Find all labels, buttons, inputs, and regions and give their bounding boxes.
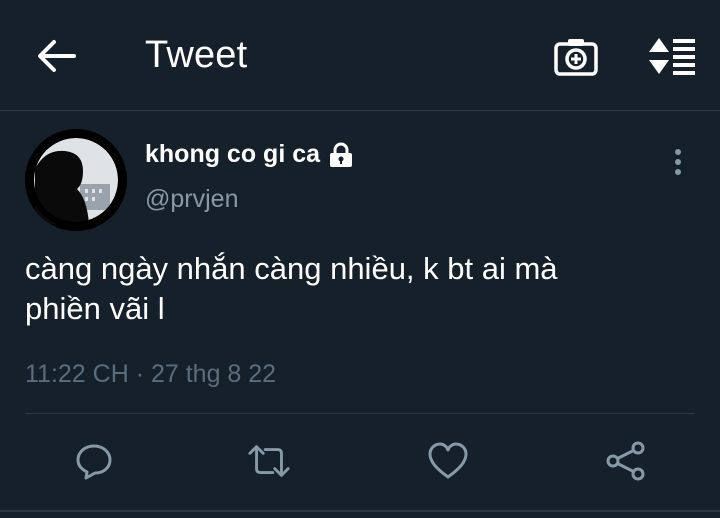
sort-button[interactable]	[646, 34, 698, 78]
tweet-text-line-2: phiền vãi l	[25, 291, 165, 326]
reply-button[interactable]	[71, 436, 117, 486]
divider	[25, 413, 695, 414]
top-bar: Tweet	[0, 0, 720, 111]
share-button[interactable]	[603, 436, 649, 486]
reply-icon	[76, 444, 112, 480]
camera-button[interactable]	[552, 34, 600, 78]
like-button[interactable]	[425, 436, 471, 486]
more-options-button[interactable]	[664, 146, 692, 178]
back-button[interactable]	[34, 36, 78, 76]
avatar[interactable]	[25, 129, 127, 231]
author-name-row[interactable]: khong co gi ca	[145, 140, 354, 169]
profile-photo	[25, 129, 127, 231]
author-handle[interactable]: @prvjen	[145, 185, 238, 214]
camera-add-icon	[554, 39, 598, 76]
share-icon	[606, 441, 645, 481]
more-vertical-icon	[675, 149, 681, 175]
arrow-left-icon	[38, 40, 76, 72]
action-bar	[0, 436, 720, 492]
sort-list-icon	[649, 38, 695, 75]
tweet-text-line-1: càng ngày nhắn càng nhiều, k bt ai mà	[25, 251, 558, 286]
bottom-divider	[0, 510, 720, 512]
retweet-button[interactable]	[246, 436, 292, 486]
retweet-icon	[248, 445, 290, 477]
heart-icon	[428, 442, 468, 479]
author-name[interactable]: khong co gi ca	[145, 140, 320, 169]
tweet-text: càng ngày nhắn càng nhiều, k bt ai mà ph…	[25, 249, 685, 329]
tweet-timestamp: 11:22 CH · 27 thg 8 22	[25, 360, 277, 388]
page-title: Tweet	[145, 34, 248, 76]
lock-icon	[328, 142, 354, 168]
